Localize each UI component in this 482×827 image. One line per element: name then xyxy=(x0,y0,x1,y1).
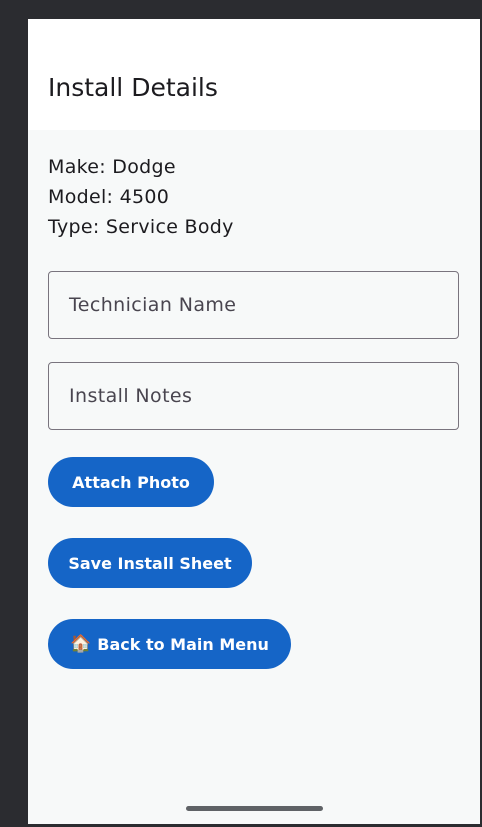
save-install-sheet-label: Save Install Sheet xyxy=(68,553,232,573)
home-icon: 🏠 xyxy=(70,633,92,654)
install-notes-field[interactable]: Install Notes xyxy=(48,362,459,430)
back-to-main-menu-label: Back to Main Menu xyxy=(97,634,269,654)
install-notes-placeholder: Install Notes xyxy=(69,385,193,407)
gesture-nav-handle[interactable] xyxy=(186,806,323,811)
app-header: Install Details xyxy=(28,19,480,130)
save-install-sheet-button[interactable]: Save Install Sheet xyxy=(48,538,252,588)
vehicle-info: Make: Dodge Model: 4500 Type: Service Bo… xyxy=(48,152,234,242)
app-screen: Install Details Make: Dodge Model: 4500 … xyxy=(28,19,480,824)
technician-name-field[interactable]: Technician Name xyxy=(48,271,459,339)
technician-name-placeholder: Technician Name xyxy=(69,294,237,316)
vehicle-type: Type: Service Body xyxy=(48,216,234,238)
attach-photo-button[interactable]: Attach Photo xyxy=(48,457,214,507)
back-to-main-menu-button[interactable]: 🏠 Back to Main Menu xyxy=(48,619,291,669)
page-title: Install Details xyxy=(48,73,218,102)
vehicle-model: Model: 4500 xyxy=(48,186,170,208)
status-bar xyxy=(0,0,482,19)
vehicle-make: Make: Dodge xyxy=(48,156,176,178)
left-frame xyxy=(0,19,28,827)
attach-photo-label: Attach Photo xyxy=(72,472,190,492)
